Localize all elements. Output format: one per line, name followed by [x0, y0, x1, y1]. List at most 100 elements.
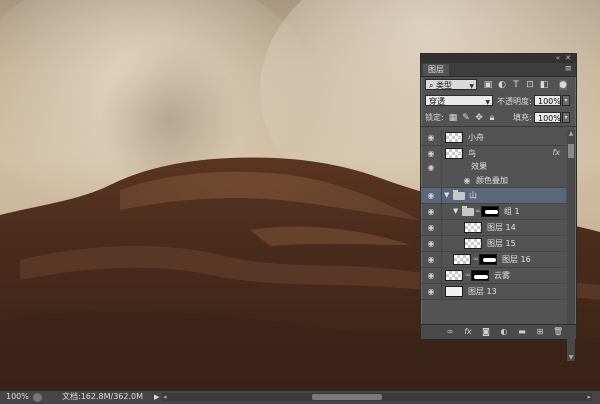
new-layer-icon[interactable]: ⊞ [535, 327, 545, 337]
layer-name: 组 1 [504, 207, 520, 216]
tab-layers[interactable]: 图层 [423, 64, 449, 76]
layer-fx-icon[interactable]: fx [552, 148, 560, 157]
eye-icon[interactable]: ◉ [426, 191, 436, 200]
layer-name: 小舟 [468, 133, 484, 142]
lock-row: 锁定: ▦ ✎ ✥ 🔒︎ 填充: 100% ▾ [421, 110, 576, 127]
link-icon[interactable]: ∞ [465, 271, 471, 280]
layer-mask-icon[interactable]: ◙ [481, 327, 491, 337]
layer-group-row[interactable]: ◉ ▼ 山 [421, 188, 566, 204]
filter-toggle-icon[interactable]: ● [559, 80, 567, 90]
eye-icon[interactable]: ◉ [426, 271, 436, 280]
eye-icon[interactable]: ◉ [426, 207, 436, 216]
smart-object-filter-icon[interactable]: ◧ [539, 80, 549, 90]
scroll-down-icon[interactable]: ▼ [567, 354, 575, 361]
layer-row[interactable]: ◉ 图层 15 [421, 236, 566, 252]
expand-triangle-icon[interactable]: ▼ [453, 207, 458, 216]
eye-icon[interactable]: ◉ [426, 255, 436, 264]
layer-name: 云雾 [494, 271, 510, 280]
blend-row: 穿透 ▼ 不透明度: 100% ▾ [421, 94, 576, 108]
type-filter-icon[interactable]: T [511, 80, 521, 90]
document-profile-icon[interactable] [33, 393, 42, 402]
layer-mask-thumbnail [481, 206, 499, 217]
scroll-right-icon[interactable]: ▸ [587, 391, 591, 403]
layer-mask-thumbnail [471, 270, 489, 281]
panel-tab-row: 图层 ≡ [421, 63, 576, 77]
close-icon[interactable]: ✕ [565, 54, 571, 63]
effects-label: 效果 [471, 162, 487, 171]
eye-icon[interactable]: ◉ [426, 149, 436, 158]
filter-kind-label: 类型 [436, 81, 453, 90]
folder-icon [462, 206, 474, 216]
layer-row[interactable]: ◉ 图层 13 [421, 284, 566, 300]
layer-name: 山 [469, 191, 477, 200]
fill-input[interactable]: 100% [534, 112, 561, 123]
horizontal-scrollbar[interactable]: ◂ ▸ [162, 393, 592, 401]
layer-name: 图层 16 [502, 255, 531, 264]
panel-title-strip[interactable]: « ✕ [421, 54, 576, 63]
effect-name: 颜色叠加 [476, 176, 508, 185]
eye-icon[interactable]: ◉ [426, 163, 436, 172]
new-group-icon[interactable]: ▬ [517, 327, 527, 337]
link-layers-icon[interactable]: ∞ [445, 327, 455, 337]
expand-triangle-icon[interactable]: ▼ [444, 191, 449, 200]
blend-mode-value: 穿透 [429, 97, 445, 106]
lock-all-icon[interactable]: 🔒︎ [487, 113, 497, 123]
layer-thumbnail [445, 132, 463, 143]
zoom-level[interactable]: 100% [6, 391, 29, 403]
effects-row[interactable]: ◉ 效果 [421, 160, 566, 174]
search-icon: ⌕ [429, 81, 434, 90]
eye-icon[interactable]: ◉ [462, 176, 472, 185]
layer-thumbnail [445, 270, 463, 281]
layer-mask-thumbnail [479, 254, 497, 265]
delete-icon[interactable]: 🗑︎ [553, 327, 563, 337]
fx-icon[interactable]: fx [463, 327, 473, 337]
layer-name: 图层 15 [487, 239, 516, 248]
status-bar: 100% 文档:162.8M/362.0M ▶ ◂ ▸ [0, 390, 600, 404]
opacity-slider-toggle[interactable]: ▾ [562, 95, 570, 106]
blend-mode-select[interactable]: 穿透 ▼ [425, 95, 493, 106]
chevron-down-icon: ▼ [485, 99, 490, 106]
link-icon[interactable]: ∞ [473, 255, 479, 264]
layer-name: 图层 13 [468, 287, 497, 296]
lock-transparent-icon[interactable]: ▦ [448, 113, 458, 123]
layer-thumbnail [464, 222, 482, 233]
scrollbar-thumb[interactable] [568, 144, 574, 158]
filter-kind-select[interactable]: ⌕ 类型 ▼ [425, 79, 477, 90]
layer-name: 鸟 [468, 149, 476, 158]
document-info: 文档:162.8M/362.0M [62, 392, 143, 401]
eye-icon[interactable]: ◉ [426, 133, 436, 142]
shape-filter-icon[interactable]: ⊡ [525, 80, 535, 90]
panel-menu-icon[interactable]: ≡ [564, 63, 572, 76]
effect-row[interactable]: ◉ 颜色叠加 [421, 174, 566, 188]
lock-image-icon[interactable]: ✎ [461, 113, 471, 123]
scroll-up-icon[interactable]: ▲ [567, 130, 575, 137]
layers-panel: « ✕ 图层 ≡ ⌕ 类型 ▼ ▣ ◐ T ⊡ ◧ ● 穿透 ▼ 不透明度: 1… [420, 53, 577, 361]
filter-row: ⌕ 类型 ▼ ▣ ◐ T ⊡ ◧ ● [421, 78, 576, 92]
lock-position-icon[interactable]: ✥ [474, 113, 484, 123]
eye-icon[interactable]: ◉ [426, 287, 436, 296]
layer-row[interactable]: ◉ ∞ 图层 16 [421, 252, 566, 268]
double-chevron-icon[interactable]: « [556, 54, 560, 63]
layer-group-row[interactable]: ◉ ▼ ∞ 组 1 [421, 204, 566, 220]
scrollbar-thumb[interactable] [312, 394, 382, 400]
layer-row[interactable]: ◉ 小舟 [421, 130, 566, 146]
opacity-label: 不透明度: [497, 97, 532, 106]
scroll-left-icon[interactable]: ◂ [163, 391, 167, 403]
layer-row[interactable]: ◉ ∞ 云雾 [421, 268, 566, 284]
image-filter-icon[interactable]: ▣ [483, 80, 493, 90]
layer-thumbnail [445, 286, 463, 297]
chevron-down-icon: ▼ [469, 83, 474, 90]
adjustment-filter-icon[interactable]: ◐ [497, 80, 507, 90]
adjustment-layer-icon[interactable]: ◐ [499, 327, 509, 337]
lock-label: 锁定: [425, 113, 444, 122]
opacity-input[interactable]: 100% [534, 95, 561, 106]
fill-slider-toggle[interactable]: ▾ [562, 112, 570, 123]
layer-row[interactable]: ◉ 图层 14 [421, 220, 566, 236]
status-menu-arrow[interactable]: ▶ [154, 391, 159, 403]
link-icon[interactable]: ∞ [475, 207, 481, 216]
eye-icon[interactable]: ◉ [426, 223, 436, 232]
layer-name: 图层 14 [487, 223, 516, 232]
layer-thumbnail [445, 148, 463, 159]
eye-icon[interactable]: ◉ [426, 239, 436, 248]
panel-bottom-toolbar: ∞ fx ◙ ◐ ▬ ⊞ 🗑︎ [421, 324, 576, 339]
